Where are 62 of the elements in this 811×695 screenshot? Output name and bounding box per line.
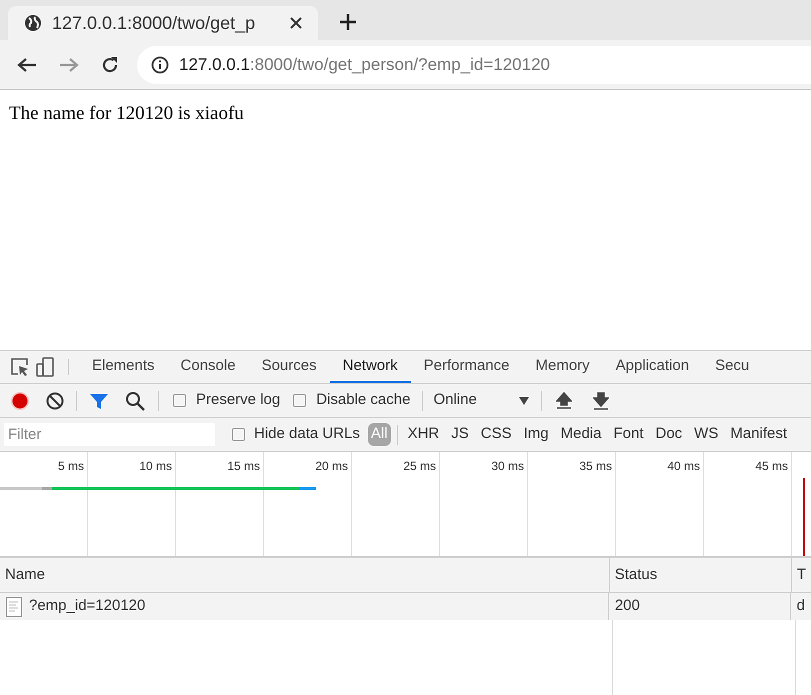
tick-label: 10 ms bbox=[139, 458, 172, 475]
checkbox[interactable] bbox=[293, 394, 306, 407]
devtools-tab[interactable]: Secu bbox=[702, 351, 762, 383]
column-header[interactable]: T bbox=[796, 564, 806, 586]
table-cell-text: 200 bbox=[614, 596, 640, 616]
table-cell-text: ?emp_id=120120 bbox=[29, 596, 146, 616]
type-filter[interactable]: CSS bbox=[478, 423, 515, 446]
reload-icon[interactable] bbox=[101, 56, 119, 74]
type-filter[interactable]: WS bbox=[691, 423, 722, 446]
devtools-tab[interactable]: Elements bbox=[79, 351, 168, 383]
preserve-log-label: Preserve log bbox=[196, 390, 280, 410]
browser-tab[interactable]: 127.0.0.1:8000/two/get_p bbox=[8, 6, 318, 40]
column-header[interactable]: Name bbox=[5, 564, 46, 586]
checkbox[interactable] bbox=[232, 428, 245, 441]
throttling-dropdown[interactable]: Online bbox=[433, 389, 530, 412]
devtools-tab[interactable]: Memory bbox=[522, 351, 603, 383]
back-icon[interactable] bbox=[17, 56, 37, 72]
checkbox[interactable] bbox=[173, 394, 186, 407]
type-filter[interactable]: Doc bbox=[652, 423, 686, 446]
filter-field[interactable]: Filter bbox=[4, 423, 215, 446]
close-icon[interactable] bbox=[290, 17, 302, 29]
inspect-icon[interactable] bbox=[10, 357, 30, 377]
tick-label: 30 ms bbox=[491, 458, 524, 475]
devtools-tab[interactable]: Sources bbox=[248, 351, 330, 383]
filter-icon[interactable] bbox=[89, 392, 109, 410]
document-icon bbox=[6, 596, 22, 616]
address-field[interactable]: 127.0.0.1:8000/two/get_person/?emp_id=120120 bbox=[137, 46, 811, 84]
device-icon[interactable] bbox=[35, 357, 55, 377]
devtools-tab[interactable]: Application bbox=[602, 351, 702, 383]
record-icon[interactable] bbox=[10, 390, 30, 410]
type-filter[interactable]: Manifest bbox=[727, 423, 790, 446]
tick-label: 35 ms bbox=[579, 458, 612, 475]
info-icon bbox=[151, 56, 169, 74]
type-filter[interactable]: JS bbox=[448, 423, 472, 446]
disable-cache-label: Disable cache bbox=[316, 390, 410, 410]
search-icon[interactable] bbox=[125, 390, 145, 410]
clear-icon[interactable] bbox=[46, 392, 64, 410]
type-filter[interactable]: Font bbox=[610, 423, 646, 446]
tab-title: 127.0.0.1:8000/two/get_p bbox=[52, 12, 256, 35]
tick-label: 15 ms bbox=[227, 458, 260, 475]
globe-icon bbox=[24, 14, 42, 32]
dropdown-caret-icon bbox=[519, 396, 530, 404]
page-text: The name for 120120 is xiaofu bbox=[9, 102, 245, 126]
tick-label: 5 ms bbox=[58, 458, 84, 475]
devtools-tab[interactable]: Console bbox=[168, 351, 249, 383]
hide-data-urls-label: Hide data URLs bbox=[254, 424, 360, 444]
download-icon[interactable] bbox=[593, 392, 610, 410]
forward-icon[interactable] bbox=[59, 56, 79, 72]
tick-label: 45 ms bbox=[755, 458, 788, 475]
devtools-tab[interactable]: Performance bbox=[410, 351, 522, 383]
tick-label: 40 ms bbox=[667, 458, 700, 475]
tick-label: 20 ms bbox=[315, 458, 348, 475]
url-text: 127.0.0.1:8000/two/get_person/?emp_id=120120 bbox=[179, 54, 550, 76]
load-marker-icon bbox=[803, 478, 805, 556]
tick-label: 25 ms bbox=[403, 458, 436, 475]
type-filter[interactable]: Img bbox=[520, 423, 552, 446]
type-filter[interactable]: XHR bbox=[404, 423, 442, 446]
table-cell-text: d bbox=[796, 596, 805, 616]
new-tab-icon[interactable] bbox=[340, 14, 356, 30]
type-filter[interactable]: Media bbox=[558, 423, 604, 446]
column-header[interactable]: Status bbox=[614, 564, 658, 586]
upload-icon[interactable] bbox=[556, 392, 572, 410]
